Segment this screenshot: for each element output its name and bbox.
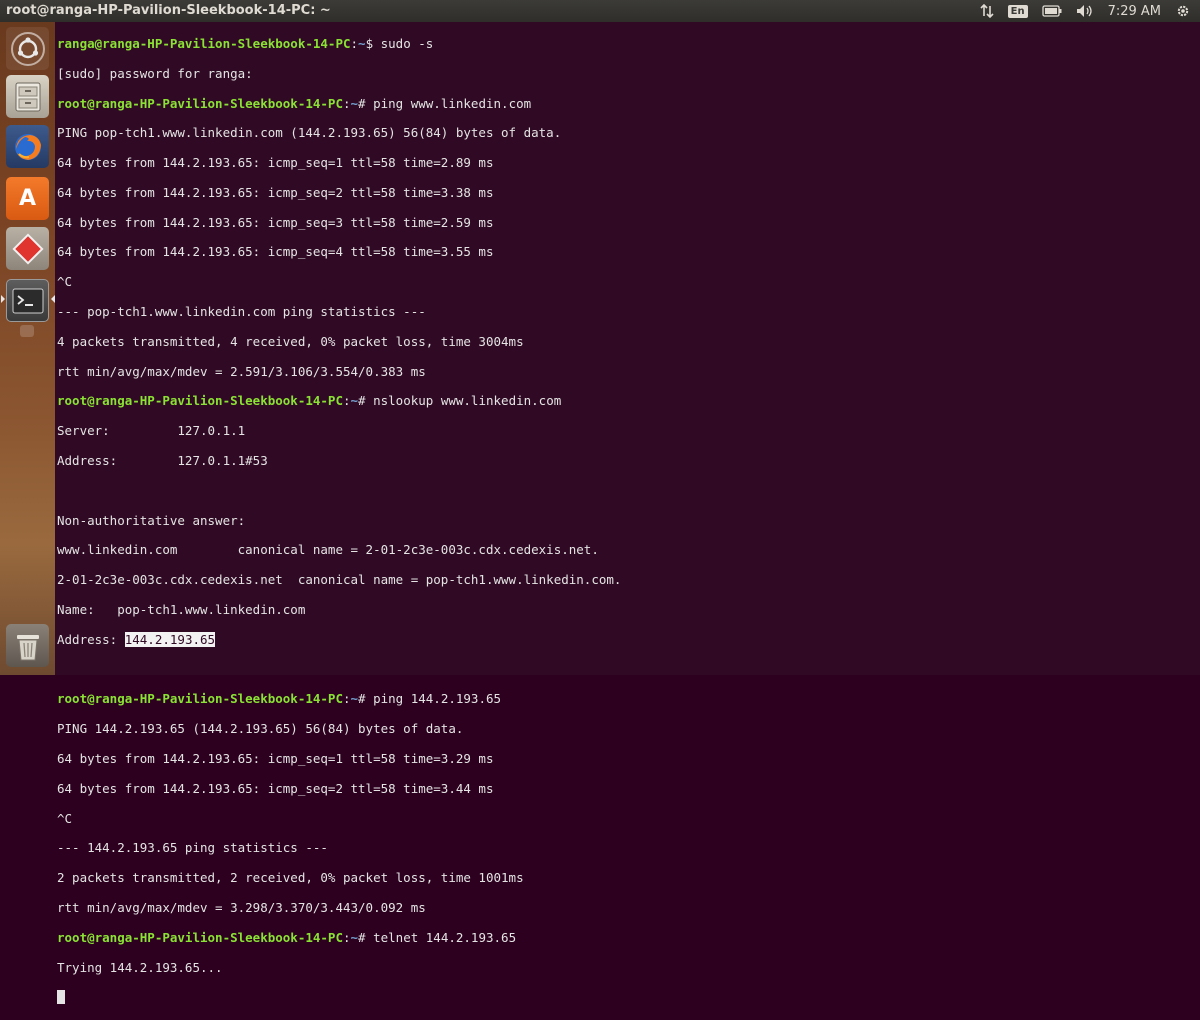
terminal-line: root@ranga-HP-Pavilion-Sleekbook-14-PC:~… (57, 393, 562, 409)
network-arrows-icon[interactable] (980, 0, 994, 22)
command-text: ping 144.2.193.65 (365, 691, 502, 707)
terminal-line: 64 bytes from 144.2.193.65: icmp_seq=1 t… (57, 155, 494, 171)
command-text: ping www.linkedin.com (365, 95, 532, 111)
prompt-path: ~ (350, 95, 359, 111)
gear-icon[interactable] (1176, 0, 1190, 22)
prompt-symbol: # (358, 95, 366, 111)
prompt-user: root@ranga-HP-Pavilion-Sleekbook-14-PC (57, 95, 343, 111)
prompt-symbol: $ (365, 35, 374, 51)
command-text: telnet 144.2.193.65 (365, 929, 517, 945)
terminal-line: 64 bytes from 144.2.193.65: icmp_seq=1 t… (57, 751, 494, 767)
prompt-user: root@ranga-HP-Pavilion-Sleekbook-14-PC (57, 393, 343, 409)
top-panel: root@ranga-HP-Pavilion-Sleekbook-14-PC: … (0, 0, 1200, 22)
terminal-line: --- pop-tch1.www.linkedin.com ping stati… (57, 304, 426, 320)
indicator-area: En 7:29 AM (973, 0, 1200, 22)
file-cabinet-icon (15, 82, 40, 111)
prompt-path: ~ (350, 393, 359, 409)
keyboard-layout-indicator[interactable]: En (1007, 0, 1028, 22)
terminal-window[interactable]: ranga@ranga-HP-Pavilion-Sleekbook-14-PC:… (55, 22, 1200, 1005)
launcher-item-ubuntu-dash[interactable] (6, 27, 49, 70)
prompt-symbol: # (358, 929, 366, 945)
launcher: A (0, 22, 55, 675)
text-cursor (57, 990, 65, 1005)
battery-icon[interactable] (1041, 0, 1062, 22)
volume-icon[interactable] (1076, 0, 1094, 22)
terminal-line: --- 144.2.193.65 ping statistics --- (57, 840, 328, 856)
diamond-icon (11, 232, 44, 265)
running-indicator-icon (1, 295, 5, 303)
prompt-user: root@ranga-HP-Pavilion-Sleekbook-14-PC (57, 929, 343, 945)
shopping-bag-icon: A (18, 186, 37, 211)
command-text: nslookup www.linkedin.com (365, 393, 562, 409)
address-label: Address: (57, 631, 125, 647)
launcher-item-anbox[interactable] (6, 227, 49, 270)
trash-icon (16, 634, 39, 660)
launcher-item-files[interactable] (6, 75, 49, 118)
prompt-symbol: # (358, 393, 366, 409)
terminal-line: www.linkedin.com canonical name = 2-01-2… (57, 542, 599, 558)
terminal-line: 64 bytes from 144.2.193.65: icmp_seq=3 t… (57, 214, 494, 230)
terminal-line: 4 packets transmitted, 4 received, 0% pa… (57, 333, 524, 349)
terminal-line: ^C (57, 274, 73, 290)
prompt-path: ~ (350, 929, 359, 945)
prompt-symbol: # (358, 691, 366, 707)
terminal-line: Trying 144.2.193.65... (57, 959, 223, 975)
terminal-line (57, 990, 621, 1005)
terminal-line: [sudo] password for ranga: (57, 65, 253, 81)
terminal-line: rtt min/avg/max/mdev = 2.591/3.106/3.554… (57, 363, 426, 379)
launcher-item-firefox[interactable] (6, 125, 49, 168)
terminal-line: 2 packets transmitted, 2 received, 0% pa… (57, 870, 524, 886)
terminal-line: 64 bytes from 144.2.193.65: icmp_seq=4 t… (57, 244, 494, 260)
workspace-switcher-icon[interactable] (20, 325, 34, 337)
terminal-output: ranga@ranga-HP-Pavilion-Sleekbook-14-PC:… (57, 22, 621, 1020)
terminal-line: Address: 127.0.1.1#53 (57, 453, 268, 469)
terminal-line: ranga@ranga-HP-Pavilion-Sleekbook-14-PC:… (57, 35, 434, 51)
terminal-line: root@ranga-HP-Pavilion-Sleekbook-14-PC:~… (57, 929, 517, 945)
terminal-line: 2-01-2c3e-003c.cdx.cedexis.net canonical… (57, 572, 622, 588)
selected-ip-address[interactable]: 144.2.193.65 (124, 631, 216, 647)
terminal-line: 64 bytes from 144.2.193.65: icmp_seq=2 t… (57, 184, 494, 200)
command-text: sudo -s (373, 35, 434, 51)
terminal-line: root@ranga-HP-Pavilion-Sleekbook-14-PC:~… (57, 95, 532, 111)
prompt-path: ~ (350, 691, 359, 707)
terminal-line: root@ranga-HP-Pavilion-Sleekbook-14-PC:~… (57, 691, 502, 707)
terminal-line: Non-authoritative answer: (57, 512, 246, 528)
terminal-icon (12, 288, 43, 313)
launcher-item-trash[interactable] (6, 624, 49, 667)
prompt-user: root@ranga-HP-Pavilion-Sleekbook-14-PC (57, 691, 343, 707)
terminal-line: ^C (57, 810, 73, 826)
terminal-line: Server: 127.0.1.1 (57, 423, 246, 439)
launcher-item-terminal[interactable] (6, 279, 49, 322)
terminal-line: Name: pop-tch1.www.linkedin.com (57, 602, 306, 618)
keyboard-language-badge: En (1007, 4, 1028, 18)
window-title: root@ranga-HP-Pavilion-Sleekbook-14-PC: … (6, 3, 331, 18)
terminal-line: PING pop-tch1.www.linkedin.com (144.2.19… (57, 125, 562, 141)
ubuntu-logo-icon (10, 31, 45, 66)
prompt-path: ~ (358, 35, 366, 51)
prompt-user: ranga@ranga-HP-Pavilion-Sleekbook-14-PC (57, 35, 351, 51)
launcher-item-software-center[interactable]: A (6, 177, 49, 220)
terminal-line: rtt min/avg/max/mdev = 3.298/3.370/3.443… (57, 900, 426, 916)
terminal-line: Address: 144.2.193.65 (57, 631, 621, 648)
clock[interactable]: 7:29 AM (1108, 0, 1161, 22)
firefox-icon (14, 133, 41, 160)
terminal-line: PING 144.2.193.65 (144.2.193.65) 56(84) … (57, 721, 464, 737)
terminal-line: 64 bytes from 144.2.193.65: icmp_seq=2 t… (57, 780, 494, 796)
